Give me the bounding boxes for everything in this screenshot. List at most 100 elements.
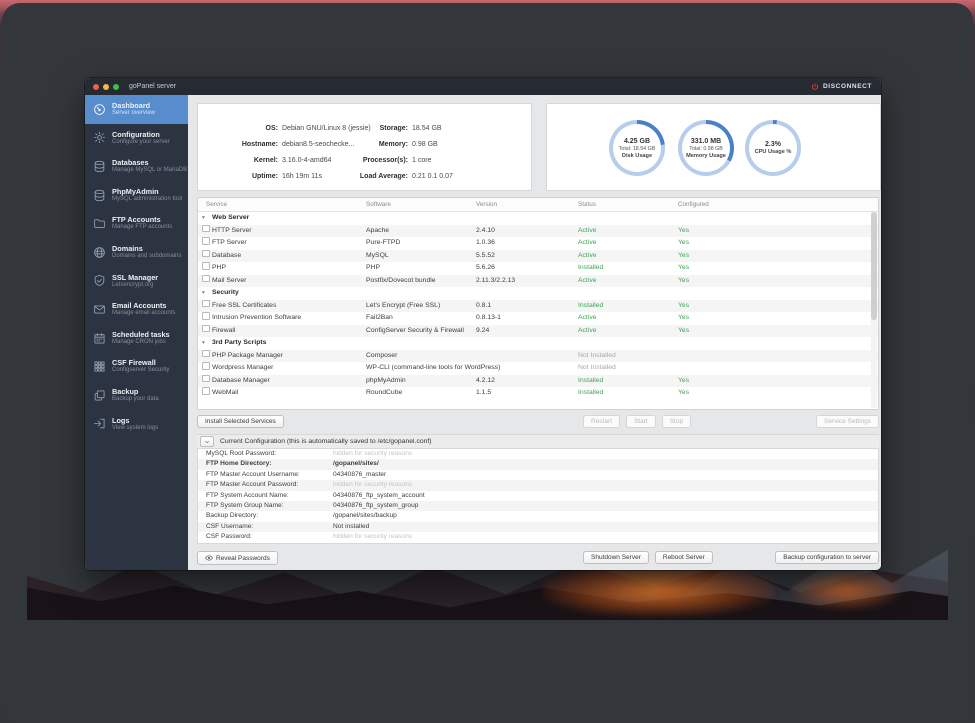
service-name: PHP [212,262,226,275]
service-row-wordpress-manager[interactable]: Wordpress ManagerWP-CLI (command-line to… [198,362,878,375]
sidebar: DashboardServer overviewConfigurationCon… [85,95,188,570]
service-checkbox[interactable] [202,275,210,283]
config-row-csf-username: CSF Username:Not installed [198,522,878,532]
info-label: Memory: [348,141,408,148]
sidebar-item-domains[interactable]: DomainsDomains and subdomains [85,238,188,267]
service-status: Installed [578,387,603,400]
disconnect-label: DISCONNECT [823,83,872,90]
sidebar-item-backup[interactable]: BackupBackup your data [85,381,188,410]
service-status: Active [578,250,597,263]
service-version: 2.11.3/2.2.13 [476,275,515,288]
shutdown-server-button[interactable]: Shutdown Server [583,551,649,564]
service-software: ConfigServer Security & Firewall [366,325,464,338]
config-value: hidden for security reasons [333,480,412,490]
service-checkbox[interactable] [202,362,210,370]
config-label: CSF Password: [206,532,252,542]
reveal-passwords-button[interactable]: Reveal Passwords [197,551,278,565]
sidebar-item-label: SSL Manager [112,273,158,282]
zoom-window-button[interactable] [113,84,119,90]
sidebar-item-sublabel: MySQL administration tool [112,196,182,204]
service-row-php[interactable]: PHPPHP5.6.26InstalledYes [198,262,878,275]
globe-icon [92,245,107,260]
restart-button[interactable]: Restart [583,415,620,428]
system-info-row: Hostname:debian8.5-seochecke... [206,136,371,152]
service-software: Apache [366,225,389,238]
service-checkbox[interactable] [202,237,210,245]
stop-button[interactable]: Stop [662,415,691,428]
service-checkbox[interactable] [202,387,210,395]
expand-triangle-icon[interactable]: ▾ [202,212,205,225]
close-window-button[interactable] [93,84,99,90]
config-value: hidden for security reasons [333,449,412,459]
service-row-webmail[interactable]: WebMailRoundCube1.1.5InstalledYes [198,387,878,400]
install-selected-services-button[interactable]: Install Selected Services [197,415,284,428]
service-settings-button[interactable]: Service Settings [816,415,879,428]
service-checkbox[interactable] [202,300,210,308]
sidebar-item-dashboard[interactable]: DashboardServer overview [85,95,188,124]
service-checkbox[interactable] [202,312,210,320]
sidebar-item-sublabel: Backup your data [112,396,159,404]
service-row-ftp-server[interactable]: FTP ServerPure-FTPD1.0.36ActiveYes [198,237,878,250]
sidebar-item-phpmyadmin[interactable]: PhpMyAdminMySQL administration tool [85,181,188,210]
sidebar-item-sublabel: Manage FTP accounts [112,224,172,232]
shield-icon [92,273,107,288]
config-value: /gopanel/sites/backup [333,511,397,521]
info-value: 18.54 GB [412,125,442,132]
sidebar-item-databases[interactable]: DatabasesManage MySQL or MariaDB [85,152,188,181]
column-header-version: Version [476,198,497,211]
scrollbar-thumb[interactable] [871,212,877,320]
gauge-label: Memory Usage [686,153,726,159]
service-row-database[interactable]: DatabaseMySQL5.5.52ActiveYes [198,250,878,263]
sidebar-item-sublabel: Manage CRON jobs [112,339,170,347]
service-software: WP-CLI (command-line tools for WordPress… [366,362,500,375]
sidebar-item-text: DatabasesManage MySQL or MariaDB [112,158,187,175]
configuration-table: MySQL Root Password:hidden for security … [197,448,879,544]
power-icon [811,83,819,91]
service-row-php-package-manager[interactable]: PHP Package ManagerComposerNot Installed [198,350,878,363]
backup-configuration-button[interactable]: Backup configuration to server [775,551,879,564]
sidebar-item-csf-firewall[interactable]: CSF FirewallConfigserver Security [85,352,188,381]
config-row-ftp-master-account-username: FTP Master Account Username:04340876_mas… [198,470,878,480]
sidebar-item-configuration[interactable]: ConfigurationConfigure your server [85,124,188,153]
service-row-http-server[interactable]: HTTP ServerApache2.4.10ActiveYes [198,225,878,238]
system-info-left-column: OS:Debian GNU/Linux 8 (jessie)Hostname:d… [206,120,371,184]
disconnect-button[interactable]: DISCONNECT [811,83,872,91]
info-value: 0.98 GB [412,141,438,148]
service-checkbox[interactable] [202,250,210,258]
service-checkbox[interactable] [202,225,210,233]
main-content: OS:Debian GNU/Linux 8 (jessie)Hostname:d… [188,95,881,570]
sidebar-item-ssl-manager[interactable]: SSL ManagerLetsencrypt.org [85,267,188,296]
service-checkbox[interactable] [202,375,210,383]
config-row-ftp-system-group-name: FTP System Group Name:04340876_ftp_syste… [198,501,878,511]
sidebar-item-logs[interactable]: LogsView system logs [85,410,188,439]
collapse-configuration-button[interactable] [200,436,214,447]
expand-triangle-icon[interactable]: ▾ [202,287,205,300]
service-checkbox[interactable] [202,262,210,270]
service-checkbox[interactable] [202,325,210,333]
service-group-row-3rd-party-scripts[interactable]: ▾3rd Party Scripts [198,337,878,350]
sidebar-item-email-accounts[interactable]: Email AccountsManage email accounts [85,295,188,324]
service-group-row-security[interactable]: ▾Security [198,287,878,300]
footer-actions: Reveal Passwords Shutdown Server Reboot … [197,551,879,565]
service-status: Installed [578,262,603,275]
start-button[interactable]: Start [626,415,656,428]
service-status: Active [578,225,597,238]
reboot-server-button[interactable]: Reboot Server [655,551,713,564]
minimize-window-button[interactable] [103,84,109,90]
gauge-inner: 331.0 MBTotal: 0.98 GBMemory Usage [682,124,730,172]
sidebar-items: DashboardServer overviewConfigurationCon… [85,95,188,438]
service-checkbox[interactable] [202,350,210,358]
service-row-database-manager[interactable]: Database ManagerphpMyAdmin4.2.12Installe… [198,375,878,388]
sidebar-item-ftp-accounts[interactable]: FTP AccountsManage FTP accounts [85,209,188,238]
config-label: Backup Directory: [206,511,258,521]
expand-triangle-icon[interactable]: ▾ [202,337,205,350]
gauge-label: CPU Usage % [755,149,792,155]
service-row-mail-server[interactable]: Mail ServerPostfix/Dovecot bundle2.11.3/… [198,275,878,288]
service-group-row-web-server[interactable]: ▾Web Server [198,212,878,225]
folder-icon [92,216,107,231]
sidebar-item-label: Databases [112,158,187,167]
service-row-free-ssl-certificates[interactable]: Free SSL CertificatesLet's Encrypt (Free… [198,300,878,313]
sidebar-item-scheduled-tasks[interactable]: Scheduled tasksManage CRON jobs [85,324,188,353]
service-row-firewall[interactable]: FirewallConfigServer Security & Firewall… [198,325,878,338]
service-row-intrusion-prevention-software[interactable]: Intrusion Prevention SoftwareFail2Ban0.8… [198,312,878,325]
